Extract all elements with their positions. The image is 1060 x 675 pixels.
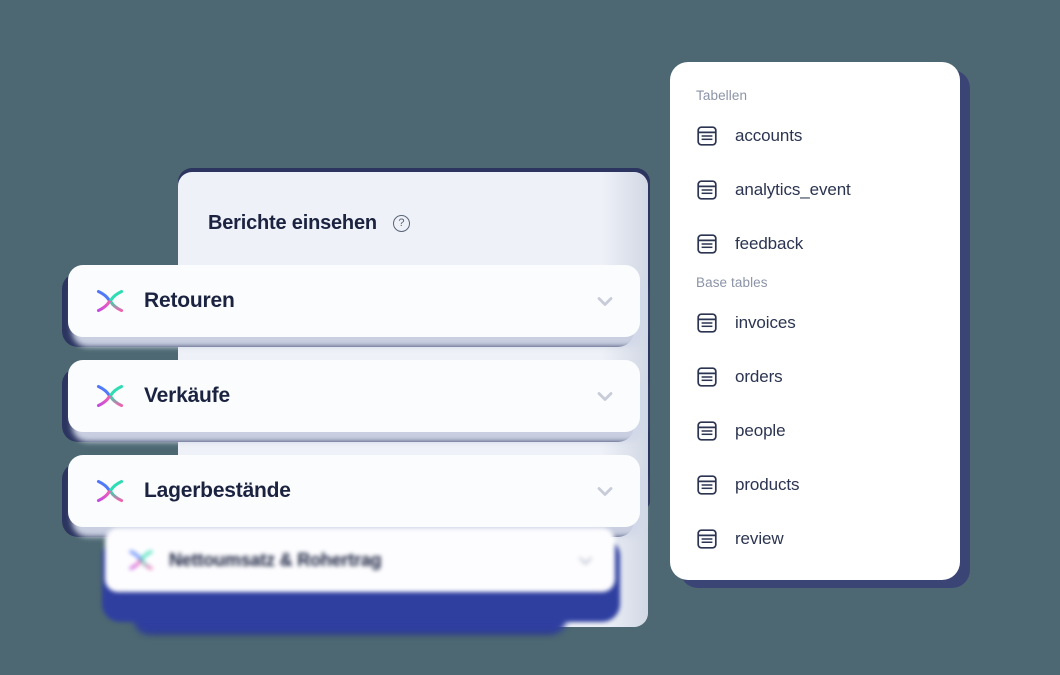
card-surface[interactable]: Verkäufe	[68, 360, 640, 432]
table-icon	[696, 420, 718, 442]
card-label: Retouren	[144, 289, 235, 312]
chevron-down-icon[interactable]	[592, 478, 618, 504]
panel-header: Berichte einsehen ?	[208, 212, 410, 235]
dropdown-item-label: feedback	[735, 234, 804, 253]
dropdown-item-label: orders	[735, 367, 783, 386]
table-icon	[696, 125, 718, 147]
chevron-down-icon[interactable]	[592, 383, 618, 409]
report-card-retouren[interactable]: Retouren	[62, 265, 644, 347]
dropdown-item-feedback[interactable]: feedback	[670, 217, 960, 271]
card-label: Lagerbestände	[144, 479, 291, 502]
page-title: Berichte einsehen	[208, 212, 377, 234]
brand-x-logo	[127, 546, 155, 574]
brand-x-logo	[94, 380, 126, 412]
dropdown-item-accounts[interactable]: accounts	[670, 109, 960, 163]
dropdown-item-invoices[interactable]: invoices	[670, 296, 960, 350]
dropdown-item-label: people	[735, 421, 786, 440]
table-icon	[696, 366, 718, 388]
chevron-down-icon[interactable]	[592, 288, 618, 314]
dropdown-item-analytics-event[interactable]: analytics_event	[670, 163, 960, 217]
card-label: Verkäufe	[144, 384, 230, 407]
table-icon	[696, 312, 718, 334]
report-card-nettoumsatz[interactable]: Nettoumsatz & Rohertrag	[96, 528, 626, 628]
tables-dropdown: Tabellen accounts analytics_event feedba…	[670, 62, 960, 580]
dropdown-item-label: analytics_event	[735, 180, 851, 199]
table-icon	[696, 474, 718, 496]
card-surface[interactable]: Lagerbestände	[68, 455, 640, 527]
card-surface[interactable]: Nettoumsatz & Rohertrag	[105, 528, 615, 592]
question-mark-circle-icon[interactable]: ?	[392, 215, 410, 232]
brand-x-logo	[94, 475, 126, 507]
table-icon	[696, 179, 718, 201]
table-icon	[696, 233, 718, 255]
dropdown-item-label: invoices	[735, 313, 796, 332]
chevron-down-icon[interactable]	[574, 549, 597, 572]
report-card-lagerbestaende[interactable]: Lagerbestände	[62, 455, 644, 537]
dropdown-item-label: review	[735, 529, 784, 548]
dropdown-item-label: accounts	[735, 126, 803, 145]
card-label: Nettoumsatz & Rohertrag	[169, 549, 382, 570]
dropdown-item-review[interactable]: review	[670, 512, 960, 566]
dropdown-item-orders[interactable]: orders	[670, 350, 960, 404]
table-icon	[696, 528, 718, 550]
dropdown-item-people[interactable]: people	[670, 404, 960, 458]
brand-x-logo	[94, 285, 126, 317]
app-stage: Berichte einsehen ? Retouren Verkäufe La…	[0, 0, 1060, 675]
dropdown-group-label-base-tables: Base tables	[696, 275, 768, 290]
dropdown-item-label: products	[735, 475, 800, 494]
report-card-verkaeufe[interactable]: Verkäufe	[62, 360, 644, 442]
card-surface[interactable]: Retouren	[68, 265, 640, 337]
dropdown-item-products[interactable]: products	[670, 458, 960, 512]
dropdown-group-label-tabellen: Tabellen	[696, 88, 748, 103]
